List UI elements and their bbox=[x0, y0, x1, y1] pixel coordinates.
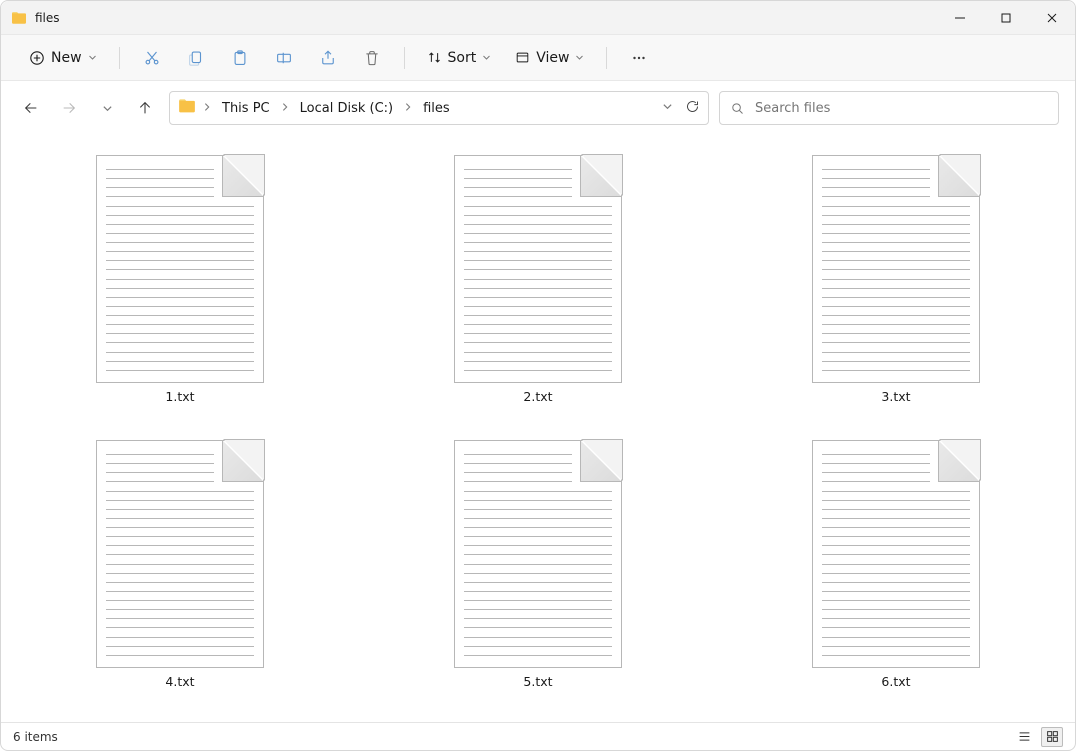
address-bar[interactable]: This PC Local Disk (C:) files bbox=[169, 91, 709, 125]
file-name: 6.txt bbox=[881, 674, 910, 689]
file-name: 4.txt bbox=[165, 674, 194, 689]
copy-icon bbox=[187, 49, 205, 67]
file-item[interactable]: 1.txt bbox=[31, 149, 329, 410]
breadcrumb-item[interactable]: files bbox=[419, 99, 454, 118]
refresh-icon bbox=[685, 99, 700, 114]
toolbar: New Sort View bbox=[1, 35, 1075, 81]
window-title: files bbox=[35, 11, 60, 25]
rename-icon bbox=[275, 49, 293, 67]
text-file-icon bbox=[96, 155, 264, 383]
maximize-button[interactable] bbox=[983, 1, 1029, 35]
view-button[interactable]: View bbox=[505, 46, 594, 70]
chevron-right-icon[interactable] bbox=[280, 101, 290, 116]
file-item[interactable]: 5.txt bbox=[389, 434, 687, 695]
file-name: 2.txt bbox=[523, 389, 552, 404]
large-icons-view-toggle[interactable] bbox=[1041, 727, 1063, 747]
status-text: 6 items bbox=[13, 730, 58, 744]
text-file-icon bbox=[454, 440, 622, 668]
paste-button[interactable] bbox=[220, 40, 260, 76]
chevron-right-icon[interactable] bbox=[202, 101, 212, 116]
more-icon bbox=[630, 49, 648, 67]
close-button[interactable] bbox=[1029, 1, 1075, 35]
new-button[interactable]: New bbox=[19, 46, 107, 70]
copy-button[interactable] bbox=[176, 40, 216, 76]
chevron-down-icon bbox=[102, 103, 113, 114]
arrow-up-icon bbox=[137, 100, 153, 116]
chevron-down-icon bbox=[575, 53, 584, 62]
file-item[interactable]: 2.txt bbox=[389, 149, 687, 410]
address-row: This PC Local Disk (C:) files bbox=[1, 87, 1075, 129]
window-controls bbox=[937, 1, 1075, 35]
details-view-toggle[interactable] bbox=[1013, 727, 1035, 747]
file-name: 5.txt bbox=[523, 674, 552, 689]
folder-icon bbox=[178, 97, 196, 119]
chevron-right-icon[interactable] bbox=[403, 101, 413, 116]
file-name: 1.txt bbox=[165, 389, 194, 404]
sort-button[interactable]: Sort bbox=[417, 46, 502, 70]
sort-icon bbox=[427, 50, 442, 65]
trash-icon bbox=[363, 49, 381, 67]
clipboard-icon bbox=[231, 49, 249, 67]
view-label: View bbox=[536, 50, 569, 66]
folder-icon bbox=[11, 10, 27, 26]
more-button[interactable] bbox=[619, 40, 659, 76]
breadcrumb-item[interactable]: This PC bbox=[218, 99, 274, 118]
recent-button[interactable] bbox=[93, 94, 121, 122]
rename-button[interactable] bbox=[264, 40, 304, 76]
back-button[interactable] bbox=[17, 94, 45, 122]
separator bbox=[606, 47, 607, 69]
file-grid: 1.txt 2.txt 3.txt 4.txt 5.txt 6.txt bbox=[31, 149, 1045, 695]
plus-circle-icon bbox=[29, 50, 45, 66]
search-input[interactable] bbox=[755, 101, 1048, 116]
new-label: New bbox=[51, 50, 82, 66]
scissors-icon bbox=[143, 49, 161, 67]
minimize-button[interactable] bbox=[937, 1, 983, 35]
text-file-icon bbox=[812, 155, 980, 383]
search-icon bbox=[730, 101, 745, 116]
up-button[interactable] bbox=[131, 94, 159, 122]
status-bar: 6 items bbox=[1, 722, 1075, 750]
chevron-down-icon bbox=[662, 101, 673, 112]
forward-button[interactable] bbox=[55, 94, 83, 122]
search-box[interactable] bbox=[719, 91, 1059, 125]
cut-button[interactable] bbox=[132, 40, 172, 76]
file-item[interactable]: 3.txt bbox=[747, 149, 1045, 410]
refresh-button[interactable] bbox=[685, 99, 700, 118]
arrow-left-icon bbox=[23, 100, 39, 116]
content-area[interactable]: 1.txt 2.txt 3.txt 4.txt 5.txt 6.txt bbox=[1, 129, 1075, 722]
history-dropdown[interactable] bbox=[662, 101, 673, 116]
share-icon bbox=[319, 49, 337, 67]
file-name: 3.txt bbox=[881, 389, 910, 404]
view-icon bbox=[515, 50, 530, 65]
file-explorer-window: files New bbox=[0, 0, 1076, 751]
chevron-down-icon bbox=[482, 53, 491, 62]
titlebar: files bbox=[1, 1, 1075, 35]
separator bbox=[404, 47, 405, 69]
breadcrumb-item[interactable]: Local Disk (C:) bbox=[296, 99, 397, 118]
file-item[interactable]: 6.txt bbox=[747, 434, 1045, 695]
grid-icon bbox=[1046, 730, 1059, 743]
file-item[interactable]: 4.txt bbox=[31, 434, 329, 695]
chevron-down-icon bbox=[88, 53, 97, 62]
text-file-icon bbox=[454, 155, 622, 383]
separator bbox=[119, 47, 120, 69]
delete-button[interactable] bbox=[352, 40, 392, 76]
text-file-icon bbox=[812, 440, 980, 668]
list-icon bbox=[1018, 730, 1031, 743]
arrow-right-icon bbox=[61, 100, 77, 116]
share-button[interactable] bbox=[308, 40, 348, 76]
text-file-icon bbox=[96, 440, 264, 668]
sort-label: Sort bbox=[448, 50, 477, 66]
